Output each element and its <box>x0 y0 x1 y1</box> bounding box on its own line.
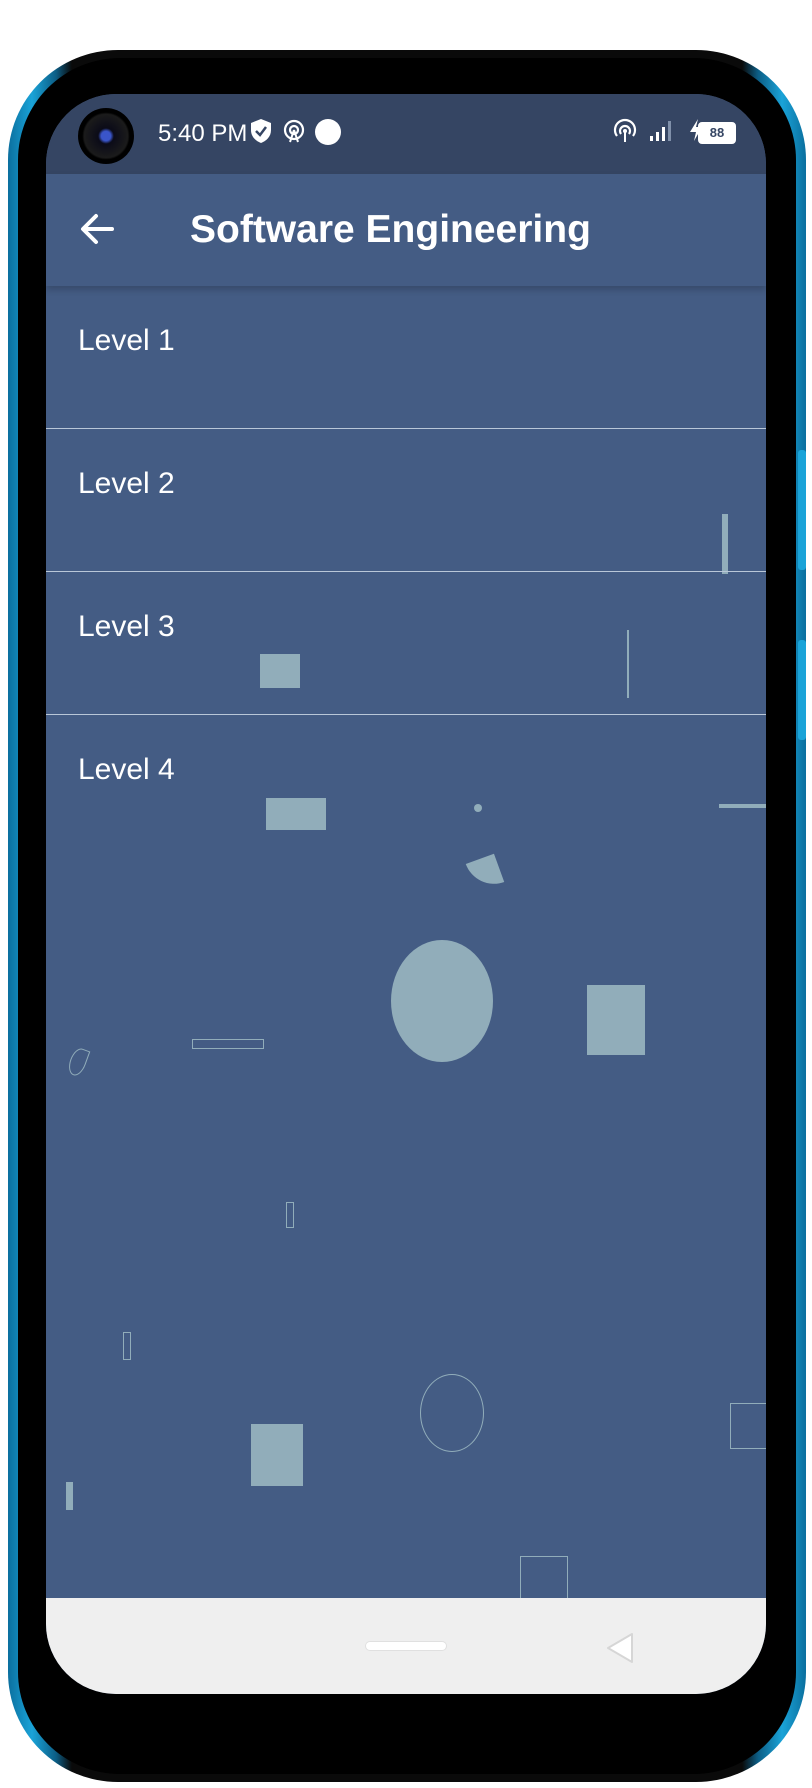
list-item-level-4[interactable]: Level 4 <box>46 715 766 858</box>
circle-dot-icon <box>314 118 342 153</box>
decorative-outline-drop <box>65 1046 91 1078</box>
list-item-level-1[interactable]: Level 1 <box>46 286 766 429</box>
hotspot-icon <box>282 118 306 151</box>
shield-check-icon <box>250 118 272 151</box>
volume-button <box>798 450 806 570</box>
page-title: Software Engineering <box>190 208 591 251</box>
back-button[interactable] <box>72 204 122 254</box>
list-item-level-2[interactable]: Level 2 <box>46 429 766 572</box>
battery-icon: 88 <box>698 122 736 144</box>
decorative-square <box>587 985 645 1055</box>
list-item-label: Level 3 <box>78 610 175 643</box>
decorative-outline-square <box>730 1403 766 1449</box>
front-camera <box>78 108 134 164</box>
decorative-outline-rectangle <box>192 1039 264 1049</box>
list-item-label: Level 2 <box>78 467 175 500</box>
power-button <box>798 640 806 740</box>
decorative-wedge <box>465 853 505 893</box>
system-nav-bar <box>46 1598 766 1694</box>
decorative-bar <box>66 1482 73 1510</box>
screen: 5:40 PM 88 Software Engineering Level 1 … <box>46 94 766 1694</box>
list-item-label: Level 1 <box>78 324 175 357</box>
decorative-square <box>251 1424 303 1486</box>
wireless-signal-icon <box>612 118 638 151</box>
app-bar: Software Engineering <box>46 174 766 286</box>
list-item-label: Level 4 <box>78 753 175 786</box>
decorative-outline-bar <box>123 1332 131 1360</box>
home-pill-icon[interactable] <box>366 1642 446 1650</box>
arrow-left-icon <box>81 214 114 244</box>
levels-list: Level 1 Level 2 Level 3 Level 4 <box>46 286 766 858</box>
status-time: 5:40 PM <box>158 120 248 147</box>
triangle-back-icon[interactable] <box>600 1628 640 1668</box>
cell-signal-icon <box>648 118 676 149</box>
decorative-ellipse <box>391 940 493 1062</box>
decorative-outline-bar <box>286 1202 294 1228</box>
list-item-level-3[interactable]: Level 3 <box>46 572 766 715</box>
decorative-outline-ellipse <box>420 1374 484 1452</box>
status-bar: 5:40 PM 88 <box>46 94 766 174</box>
